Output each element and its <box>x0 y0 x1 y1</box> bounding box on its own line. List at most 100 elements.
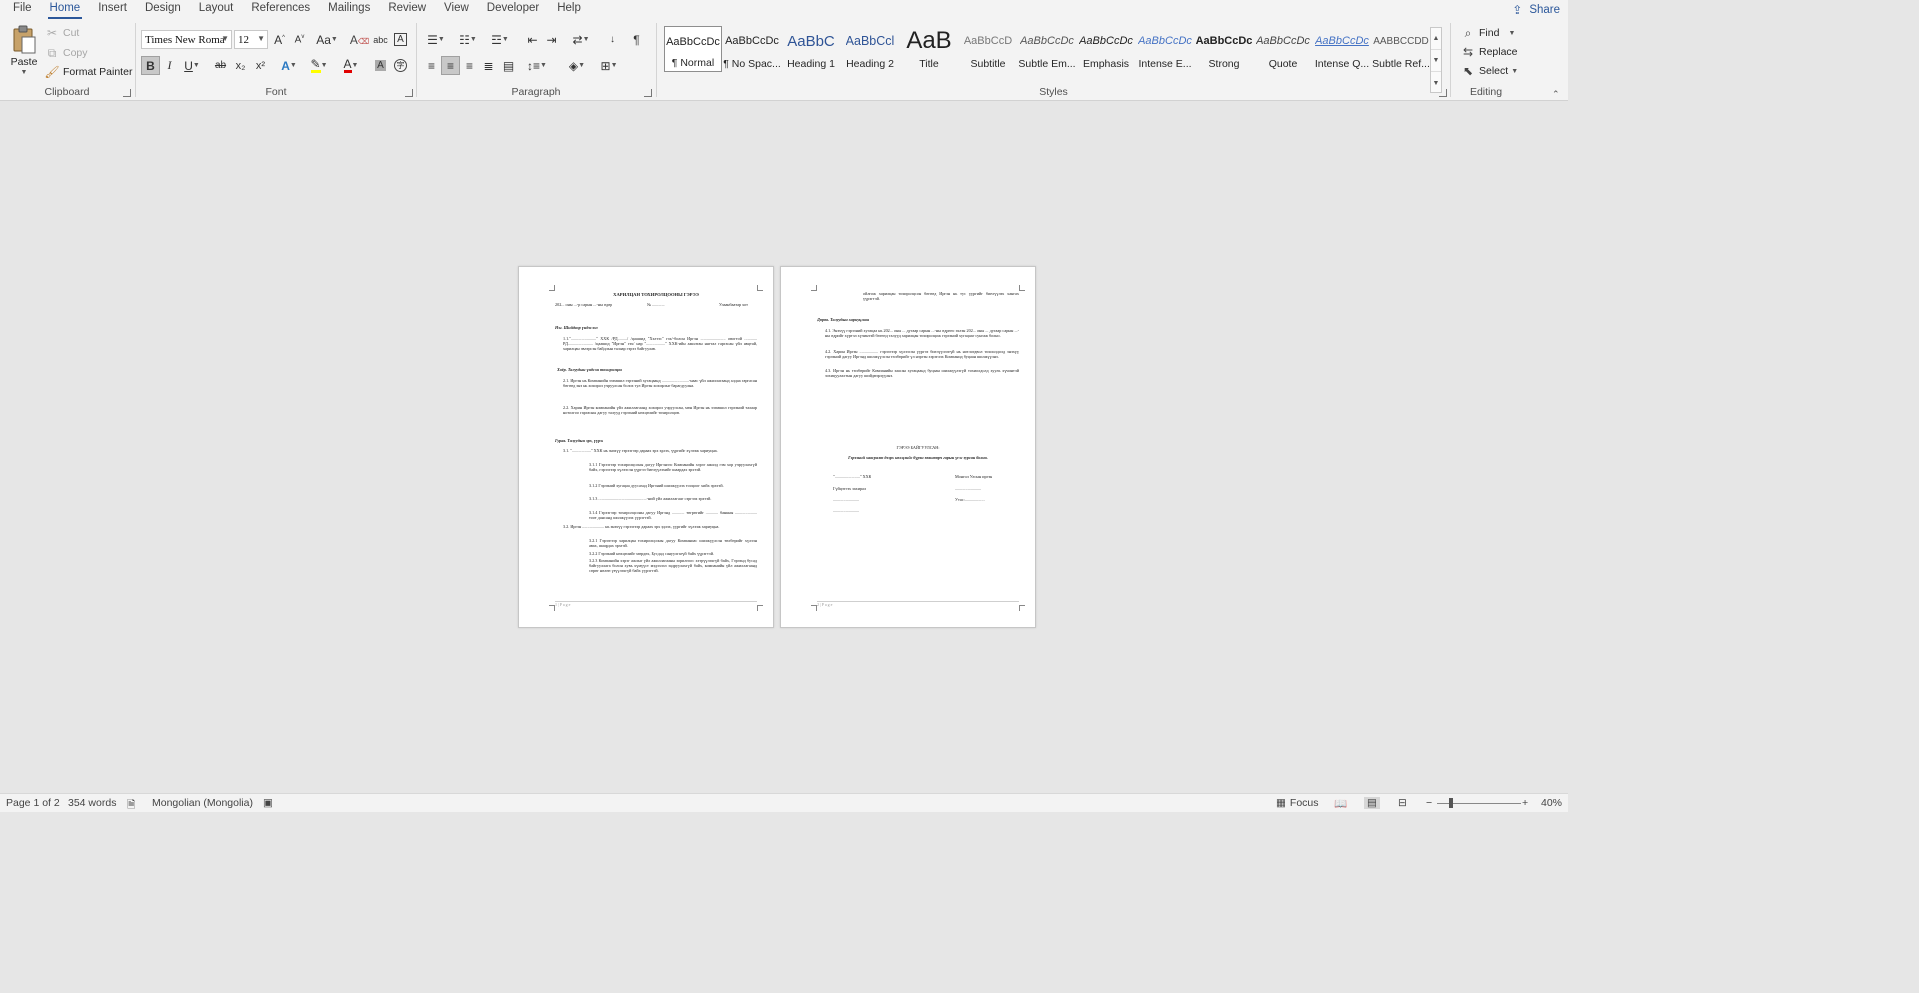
style-subtle-reference[interactable]: AABBCCDD Subtle Ref... <box>1372 26 1430 72</box>
paragraph-dialog-launcher[interactable] <box>644 89 652 97</box>
focus-button[interactable]: ▦ Focus <box>1276 797 1319 809</box>
clear-formatting-button[interactable]: A⌫ <box>350 30 369 49</box>
zoom-level[interactable]: 40% <box>1541 797 1562 809</box>
text-effects-button[interactable]: A ▼ <box>276 56 302 75</box>
proofing-icon[interactable]: 🗎 <box>127 797 135 815</box>
signature-line: ......................... <box>833 497 860 502</box>
enclose-characters-button[interactable]: 字 <box>391 56 410 75</box>
style-intense-emphasis[interactable]: AaBbCcDc Intense E... <box>1136 26 1194 72</box>
clipboard-dialog-launcher[interactable] <box>123 89 131 97</box>
zoom-out-button[interactable]: − <box>1426 797 1432 809</box>
format-painter-button[interactable]: 🖌 Format Painter <box>44 64 132 80</box>
style-subtle-emphasis[interactable]: AaBbCcDc Subtle Em... <box>1018 26 1076 72</box>
copy-button[interactable]: ⧉ Copy <box>44 45 88 61</box>
style-name: Heading 2 <box>846 58 894 70</box>
shading-button[interactable]: ◈ ▼ <box>563 56 591 75</box>
font-size-combo[interactable]: 12 ▼ <box>234 30 268 49</box>
language-indicator[interactable]: Mongolian (Mongolia) <box>152 797 253 809</box>
justify-button[interactable]: ≣ <box>479 56 498 75</box>
italic-button[interactable]: I <box>160 56 179 75</box>
tab-layout[interactable]: Layout <box>190 0 243 19</box>
paragraph: 3.1.1 Гэрээгээр тохиролцсоны дагуу Иргэн… <box>589 462 757 472</box>
line-spacing-button[interactable]: ↕≡ ▼ <box>523 56 551 75</box>
shrink-font-button[interactable]: Av <box>290 30 309 49</box>
macro-icon[interactable]: ▣ <box>263 797 273 809</box>
replace-button[interactable]: ⇆ Replace <box>1460 44 1518 60</box>
paste-button[interactable]: Paste ▼ <box>8 25 40 85</box>
style-preview: AaBbCcDc <box>1138 35 1192 47</box>
replace-icon: ⇆ <box>1462 45 1474 59</box>
gallery-more-button[interactable]: ▼ <box>1431 72 1441 94</box>
phonetic-guide-button[interactable]: abc <box>371 30 390 49</box>
align-left-button[interactable]: ≡ <box>422 56 441 75</box>
strikethrough-button[interactable]: ab <box>211 56 230 75</box>
distributed-button[interactable]: ▤ <box>499 56 518 75</box>
style-title[interactable]: AaB Title <box>900 26 958 72</box>
read-mode-icon[interactable]: 📖 <box>1334 797 1347 810</box>
page-count[interactable]: Page 1 of 2 <box>6 797 60 809</box>
cut-button[interactable]: ✂ Cut <box>44 25 79 41</box>
sort-button[interactable]: ↓ <box>603 30 622 49</box>
align-right-button[interactable]: ≡ <box>460 56 479 75</box>
character-shading-button[interactable]: A <box>371 56 390 75</box>
style-subtitle[interactable]: AaBbCcD Subtitle <box>959 26 1017 72</box>
increase-indent-button[interactable]: ⇥ <box>542 30 561 49</box>
grow-font-button[interactable]: A^ <box>270 30 289 49</box>
gallery-down-button[interactable]: ▼ <box>1431 50 1441 72</box>
tab-developer[interactable]: Developer <box>478 0 548 19</box>
superscript-button[interactable]: x² <box>251 56 270 75</box>
find-button[interactable]: ⌕ Find ▼ <box>1460 25 1516 41</box>
gallery-up-button[interactable]: ▲ <box>1431 28 1441 50</box>
numbering-button[interactable]: ☷ ▼ <box>454 30 482 49</box>
share-button[interactable]: ⇪ Share <box>1509 0 1560 19</box>
collapse-ribbon-button[interactable]: ⌃ <box>1552 89 1560 100</box>
paragraph-group-label: Paragraph <box>511 86 561 98</box>
font-color-button[interactable]: A ▼ <box>338 56 364 75</box>
style-heading-2[interactable]: AaBbCcl Heading 2 <box>841 26 899 72</box>
tab-view[interactable]: View <box>435 0 478 19</box>
paragraph: 3.1.2 Гэрээний хугацаа дуусахад Иргэний … <box>589 483 724 488</box>
text-direction-button[interactable]: ⇄ ▼ <box>567 30 595 49</box>
align-center-button[interactable]: ≡ <box>441 56 460 75</box>
zoom-in-button[interactable]: + <box>1522 797 1528 809</box>
multilevel-list-button[interactable]: ☲ ▼ <box>486 30 514 49</box>
change-case-button[interactable]: Aa ▼ <box>314 30 340 49</box>
bullets-button[interactable]: ☰ ▼ <box>422 30 450 49</box>
underline-button[interactable]: U ▼ <box>179 56 205 75</box>
tab-home[interactable]: Home <box>41 0 90 19</box>
tab-insert[interactable]: Insert <box>89 0 136 19</box>
subscript-button[interactable]: x₂ <box>231 56 250 75</box>
tab-help[interactable]: Help <box>548 0 590 19</box>
style-normal[interactable]: AaBbCcDc ¶ Normal <box>664 26 722 72</box>
scissors-icon: ✂ <box>46 26 58 40</box>
tab-design[interactable]: Design <box>136 0 190 19</box>
word-count[interactable]: 354 words <box>68 797 116 809</box>
style-quote[interactable]: AaBbCcDc Quote <box>1254 26 1312 72</box>
highlight-color-button[interactable]: ✎ ▼ <box>306 56 332 75</box>
character-border-button[interactable]: A <box>391 30 410 49</box>
font-name-combo[interactable]: Times New Roma ▼ <box>141 30 232 49</box>
style-strong[interactable]: AaBbCcDc Strong <box>1195 26 1253 72</box>
chevron-down-icon: ▼ <box>1508 29 1516 37</box>
select-button[interactable]: ⬉ Select ▼ <box>1460 63 1518 79</box>
zoom-slider-thumb[interactable] <box>1449 798 1453 808</box>
style-no-spacing[interactable]: AaBbCcDc ¶ No Spac... <box>723 26 781 72</box>
document-page-1[interactable]: ХАРИЛЦАН ТОХИРОЛЦООНЫ ГЭРЭЭ 202... оны .… <box>518 266 774 628</box>
font-dialog-launcher[interactable] <box>405 89 413 97</box>
show-marks-button[interactable]: ¶ <box>627 30 646 49</box>
web-layout-icon[interactable]: ⊟ <box>1398 797 1407 809</box>
section-heading: Нэг. Шийдвэр үндэслэл <box>555 325 598 330</box>
bold-button[interactable]: B <box>141 56 160 75</box>
tab-references[interactable]: References <box>242 0 319 19</box>
ribbon-tab-bar: File Home Insert Design Layout Reference… <box>0 0 1568 19</box>
tab-mailings[interactable]: Mailings <box>319 0 379 19</box>
tab-file[interactable]: File <box>0 0 41 19</box>
style-heading-1[interactable]: AaBbC Heading 1 <box>782 26 840 72</box>
decrease-indent-button[interactable]: ⇤ <box>523 30 542 49</box>
print-layout-icon[interactable]: ▤ <box>1364 797 1380 809</box>
borders-button[interactable]: ⊞ ▼ <box>595 56 623 75</box>
tab-review[interactable]: Review <box>379 0 435 19</box>
style-intense-quote[interactable]: AaBbCcDc Intense Q... <box>1313 26 1371 72</box>
style-emphasis[interactable]: AaBbCcDc Emphasis <box>1077 26 1135 72</box>
document-page-2[interactable]: ойлгож харилцан тохиролцсон бөгөөд Иргэн… <box>780 266 1036 628</box>
